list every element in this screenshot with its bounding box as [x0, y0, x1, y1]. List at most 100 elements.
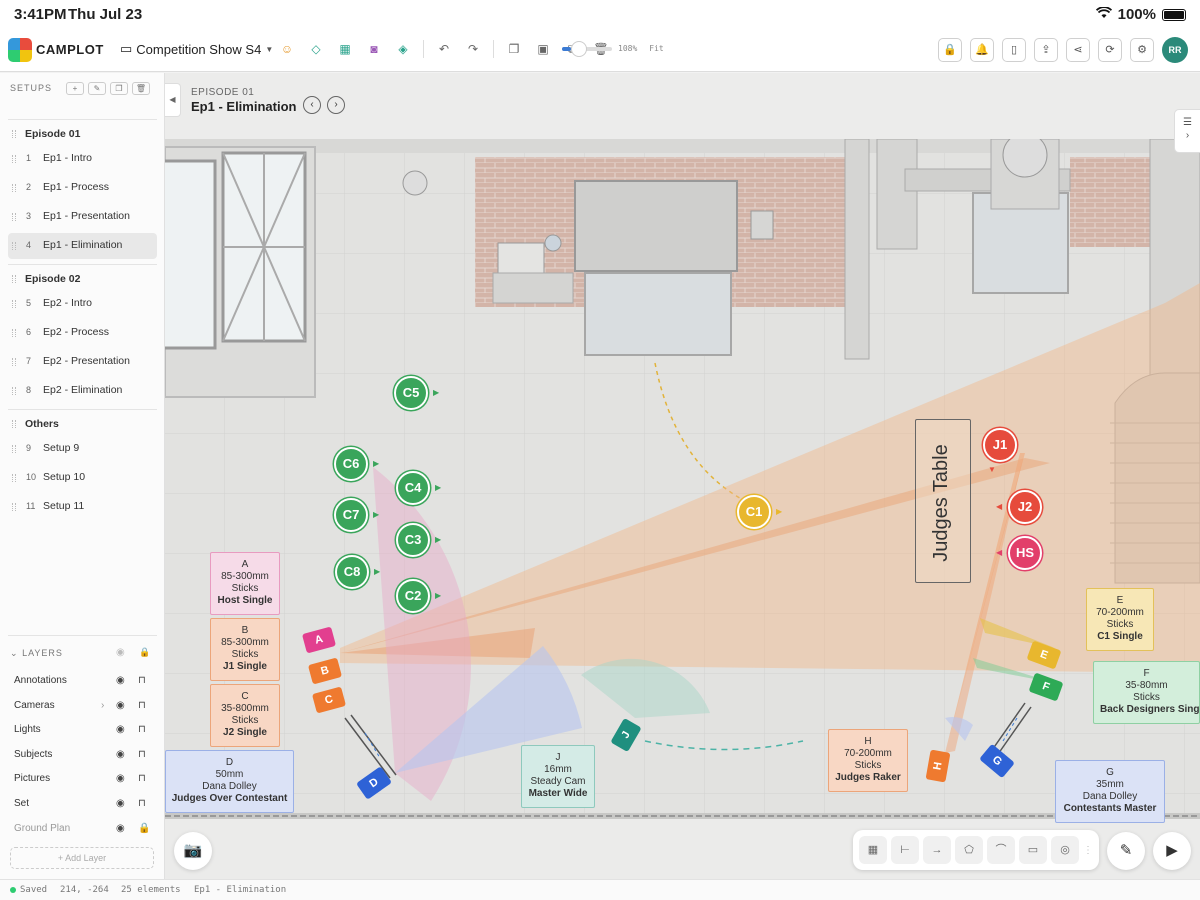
eye-icon[interactable]: ◉: [116, 823, 125, 834]
eye-icon[interactable]: ◉: [116, 773, 125, 784]
polygon-tool-icon[interactable]: ⬠: [955, 836, 983, 864]
lock-icon[interactable]: ⊓: [138, 724, 146, 735]
drag-handle-icon[interactable]: [12, 329, 16, 337]
drag-handle-icon[interactable]: [12, 300, 16, 308]
subject-c5[interactable]: C5: [394, 376, 428, 410]
subject-c8[interactable]: C8: [335, 555, 369, 589]
visibility-all-icon[interactable]: ◉: [116, 647, 125, 658]
setup-item[interactable]: 10 Setup 10: [8, 465, 157, 491]
chevron-right-icon[interactable]: ›: [101, 700, 104, 711]
subject-c2[interactable]: C2: [396, 579, 430, 613]
properties-panel-tab[interactable]: ☰ ›: [1174, 109, 1200, 153]
bell-icon[interactable]: 🔔: [970, 38, 994, 62]
previous-setup-button[interactable]: ‹: [303, 96, 321, 114]
people-icon[interactable]: ☺: [278, 40, 296, 58]
subject-j1[interactable]: J1: [983, 428, 1017, 462]
drag-handle-icon[interactable]: [12, 503, 16, 511]
share-icon[interactable]: ⋖: [1066, 38, 1090, 62]
subject-c6[interactable]: C6: [334, 447, 368, 481]
grid-icon[interactable]: ▦: [336, 40, 354, 58]
delete-setup-button[interactable]: 🗑: [132, 82, 150, 95]
camera-card-e[interactable]: E 70-200mm Sticks C1 Single: [1086, 588, 1154, 651]
subject-j2[interactable]: J2: [1008, 490, 1042, 524]
setup-item[interactable]: 3 Ep1 - Presentation: [8, 204, 157, 230]
snapshot-button[interactable]: 📷: [174, 832, 212, 870]
layer-row[interactable]: Lights ◉ ⊓: [14, 724, 154, 735]
collapse-sidebar-button[interactable]: ◀: [165, 83, 181, 117]
camera-card-a[interactable]: A 85-300mm Sticks Host Single: [210, 552, 280, 615]
arrow-tool-icon[interactable]: →: [923, 836, 951, 864]
drag-handle-icon[interactable]: [12, 387, 16, 395]
drag-handle-icon[interactable]: [12, 445, 16, 453]
redo-icon[interactable]: ↷: [464, 40, 482, 58]
camera-card-f[interactable]: F 35-80mm Sticks Back Designers Single: [1093, 661, 1200, 724]
copy-icon[interactable]: ❐: [505, 40, 523, 58]
drag-handle-icon[interactable]: [12, 213, 16, 221]
setup-item[interactable]: 7 Ep2 - Presentation: [8, 349, 157, 375]
layer-row[interactable]: Annotations ◉ ⊓: [14, 675, 154, 686]
layer-row[interactable]: Set ◉ ⊓: [14, 798, 154, 809]
target-tool-icon[interactable]: ◎: [1051, 836, 1079, 864]
layers-icon[interactable]: ◈: [394, 40, 412, 58]
drag-handle-icon[interactable]: [12, 130, 16, 138]
add-setup-button[interactable]: +: [66, 82, 84, 95]
drag-handle-icon[interactable]: [12, 275, 16, 283]
setup-item[interactable]: 6 Ep2 - Process: [8, 320, 157, 346]
drag-handle-icon[interactable]: [12, 358, 16, 366]
lock-icon[interactable]: ⊓: [138, 700, 146, 711]
eye-icon[interactable]: ◉: [116, 798, 125, 809]
camera-card-c[interactable]: C 35-800mm Sticks J2 Single: [210, 684, 280, 747]
setup-item-active[interactable]: 4 Ep1 - Elimination: [8, 233, 157, 259]
document-icon[interactable]: ▯: [1002, 38, 1026, 62]
camera-card-g[interactable]: G 35mm Dana Dolley Contestants Master: [1055, 760, 1165, 823]
rectangle-tool-icon[interactable]: ▭: [1019, 836, 1047, 864]
subject-hs[interactable]: HS: [1008, 536, 1042, 570]
add-layer-button[interactable]: + Add Layer: [10, 847, 154, 869]
lock-icon[interactable]: ⊓: [138, 749, 146, 760]
setup-item[interactable]: 2 Ep1 - Process: [8, 175, 157, 201]
layers-header[interactable]: ⌄ LAYERS: [10, 648, 63, 659]
subject-c1[interactable]: C1: [737, 495, 771, 529]
next-setup-button[interactable]: ›: [327, 96, 345, 114]
measure-tool-icon[interactable]: ⊢: [891, 836, 919, 864]
lock-icon[interactable]: 🔒: [938, 38, 962, 62]
edit-button[interactable]: ✎: [1107, 832, 1145, 870]
undo-icon[interactable]: ↶: [435, 40, 453, 58]
avatar[interactable]: RR: [1162, 37, 1188, 63]
refresh-icon[interactable]: ⟳: [1098, 38, 1122, 62]
setup-item[interactable]: 1 Ep1 - Intro: [8, 146, 157, 172]
zoom-slider[interactable]: [562, 40, 612, 57]
drag-handle-icon[interactable]: [12, 242, 16, 250]
play-button[interactable]: ▶: [1153, 832, 1191, 870]
grid-tool-icon[interactable]: ▦: [859, 836, 887, 864]
setup-item[interactable]: 9 Setup 9: [8, 436, 157, 462]
camera-card-h[interactable]: H 70-200mm Sticks Judges Raker: [828, 729, 908, 792]
copy-setup-button[interactable]: ❐: [110, 82, 128, 95]
fit-button[interactable]: Fit: [649, 44, 663, 53]
tag-icon[interactable]: ◇: [307, 40, 325, 58]
edit-setup-button[interactable]: ✎: [88, 82, 106, 95]
eye-icon[interactable]: ◉: [116, 749, 125, 760]
setup-item[interactable]: 8 Ep2 - Elimination: [8, 378, 157, 404]
camera-card-d[interactable]: D 50mm Dana Dolley Judges Over Contestan…: [165, 750, 294, 813]
arc-tool-icon[interactable]: ⌒: [987, 836, 1015, 864]
layer-row[interactable]: Cameras › ◉ ⊓: [14, 700, 154, 711]
lock-all-icon[interactable]: 🔒: [139, 647, 150, 658]
upload-icon[interactable]: ⇪: [1034, 38, 1058, 62]
drag-handle-icon[interactable]: [12, 474, 16, 482]
eye-icon[interactable]: ◉: [116, 724, 125, 735]
paste-icon[interactable]: ▣: [534, 40, 552, 58]
drag-handle-icon[interactable]: [12, 184, 16, 192]
drag-handle-icon[interactable]: [12, 420, 16, 428]
lock-icon[interactable]: ⊓: [138, 675, 146, 686]
lock-icon[interactable]: 🔒: [138, 823, 150, 834]
eye-icon[interactable]: ◉: [116, 675, 125, 686]
camera-card-j[interactable]: J 16mm Steady Cam Master Wide: [521, 745, 595, 808]
subject-c7[interactable]: C7: [334, 498, 368, 532]
setup-item[interactable]: 5 Ep2 - Intro: [8, 291, 157, 317]
gear-icon[interactable]: ⚙: [1130, 38, 1154, 62]
floorplan-canvas[interactable]: Judges Table C5 C6 C4 C7 C3 C8 C2 C1 J1 …: [165, 73, 1200, 879]
camera-tool-icon[interactable]: ◙: [365, 40, 383, 58]
layer-row[interactable]: Subjects ◉ ⊓: [14, 749, 154, 760]
layer-row[interactable]: Ground Plan ◉ 🔒: [14, 823, 154, 834]
